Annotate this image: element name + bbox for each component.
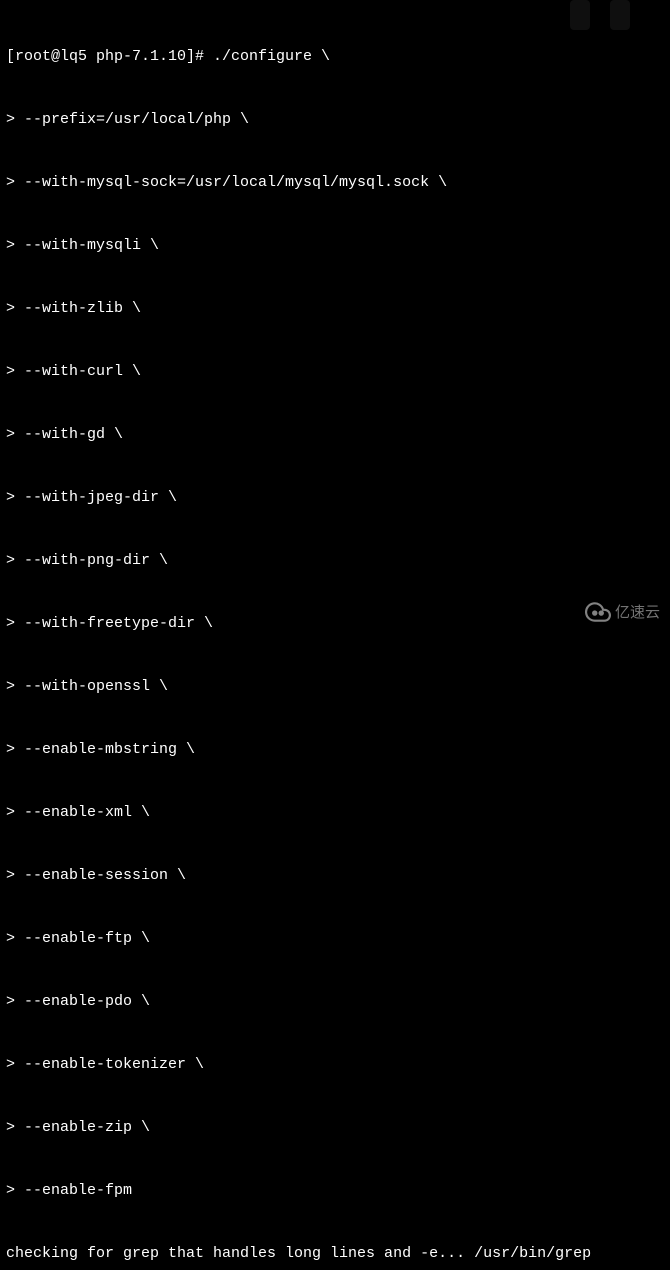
decorative-shape — [570, 0, 590, 30]
terminal-output[interactable]: [root@lq5 php-7.1.10]# ./configure \ > -… — [6, 4, 664, 1270]
terminal-line: [root@lq5 php-7.1.10]# ./configure \ — [6, 46, 664, 67]
terminal-line: > --prefix=/usr/local/php \ — [6, 109, 664, 130]
terminal-line: > --enable-pdo \ — [6, 991, 664, 1012]
terminal-line: > --with-zlib \ — [6, 298, 664, 319]
terminal-line: > --with-freetype-dir \ — [6, 613, 664, 634]
cloud-icon — [585, 599, 611, 625]
terminal-line: > --with-curl \ — [6, 361, 664, 382]
terminal-line: > --with-jpeg-dir \ — [6, 487, 664, 508]
decorative-overlay — [570, 0, 630, 30]
watermark: 亿速云 — [585, 599, 660, 625]
terminal-line: > --enable-mbstring \ — [6, 739, 664, 760]
terminal-line: > --enable-fpm — [6, 1180, 664, 1201]
decorative-shape — [610, 0, 630, 30]
terminal-line: > --with-openssl \ — [6, 676, 664, 697]
terminal-line: > --with-png-dir \ — [6, 550, 664, 571]
terminal-line: > --enable-ftp \ — [6, 928, 664, 949]
terminal-line: > --with-mysqli \ — [6, 235, 664, 256]
terminal-line: checking for grep that handles long line… — [6, 1243, 664, 1264]
terminal-line: > --enable-zip \ — [6, 1117, 664, 1138]
watermark-text: 亿速云 — [615, 602, 660, 623]
terminal-line: > --enable-tokenizer \ — [6, 1054, 664, 1075]
terminal-line: > --with-gd \ — [6, 424, 664, 445]
terminal-line: > --with-mysql-sock=/usr/local/mysql/mys… — [6, 172, 664, 193]
terminal-line: > --enable-session \ — [6, 865, 664, 886]
terminal-line: > --enable-xml \ — [6, 802, 664, 823]
